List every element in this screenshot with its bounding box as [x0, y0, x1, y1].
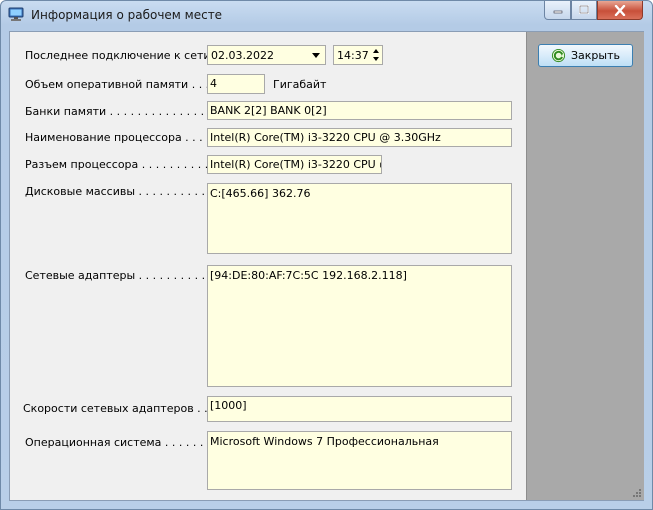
window-close-button[interactable]: [597, 1, 643, 20]
spin-arrows-icon[interactable]: [371, 47, 381, 63]
resize-grip-icon[interactable]: [632, 488, 642, 498]
cpu-name-field[interactable]: Intel(R) Core(TM) i3-3220 CPU @ 3.30GHz: [207, 128, 512, 147]
minimize-button[interactable]: [544, 1, 571, 20]
minimize-icon: [553, 10, 562, 14]
last-connection-time-stepper[interactable]: 14:37: [333, 45, 383, 65]
last-connection-date: 02.03.2022: [211, 49, 274, 62]
disks-label: Дисковые массивы . . . . . . . . . . .: [25, 185, 212, 198]
window-title: Информация о рабочем месте: [31, 8, 223, 22]
refresh-exit-icon: [551, 48, 566, 63]
memory-banks-label: Банки памяти . . . . . . . . . . . . . .…: [25, 105, 212, 118]
net-adapters-label: Сетевые адаптеры . . . . . . . . . . .: [25, 269, 213, 282]
last-connection-date-picker[interactable]: 02.03.2022: [207, 45, 326, 65]
ram-unit: Гигабайт: [273, 78, 327, 91]
cpu-name-label: Наименование процессора . . . . . .: [25, 131, 224, 144]
cpu-socket-label: Разъем процессора . . . . . . . . . . .: [25, 158, 216, 171]
last-connection-label: Последнее подключение к сети . .: [25, 49, 225, 62]
net-speeds-label: Скорости сетевых адаптеров . . . .: [23, 402, 222, 415]
net-speeds-field[interactable]: [1000]: [207, 396, 512, 422]
ram-field[interactable]: 4: [207, 74, 265, 94]
chevron-down-icon[interactable]: [310, 50, 322, 61]
form-area: Последнее подключение к сети . . 02.03.2…: [9, 31, 644, 501]
side-panel: Закрыть: [526, 32, 644, 500]
title-bar[interactable]: Информация о рабочем месте: [1, 1, 652, 30]
computer-icon: [8, 7, 24, 21]
ram-label: Объем оперативной памяти . . . . .: [25, 78, 224, 91]
close-button-label: Закрыть: [571, 49, 620, 62]
cpu-socket-field[interactable]: Intel(R) Core(TM) i3-3220 CPU @ 3.: [207, 155, 382, 174]
close-button[interactable]: Закрыть: [538, 44, 633, 67]
close-icon: [614, 4, 626, 16]
window: Информация о рабочем месте Последнее под…: [0, 0, 653, 510]
maximize-button[interactable]: [571, 1, 597, 20]
os-label: Операционная система . . . . . . . .: [25, 436, 218, 449]
disks-field[interactable]: C:[465.66] 362.76: [207, 183, 512, 254]
maximize-icon: [579, 5, 589, 14]
memory-banks-field[interactable]: BANK 2[2] BANK 0[2]: [207, 101, 512, 120]
os-field[interactable]: Microsoft Windows 7 Профессиональная: [207, 431, 512, 490]
net-adapters-field[interactable]: [94:DE:80:AF:7C:5C 192.168.2.118]: [207, 265, 512, 387]
last-connection-time: 14:37: [337, 49, 369, 62]
